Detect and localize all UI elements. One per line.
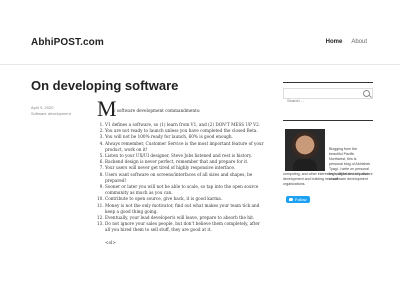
site-title[interactable]: AbhiPOST.com [31, 37, 104, 48]
header-divider [0, 64, 400, 65]
post-category[interactable]: Software development [31, 111, 71, 117]
sidebar-divider [283, 82, 373, 83]
follow-button[interactable]: Follow [286, 196, 310, 203]
search-icon[interactable] [363, 90, 370, 97]
list-item: Money is not the only motivator, find ou… [105, 203, 265, 215]
sidebar: Blogging from the beautiful Pacific Nort… [283, 82, 373, 199]
post-intro: M y software development commandments: [95, 98, 265, 120]
sidebar-divider [283, 120, 373, 121]
list-item: Always remember, Customer Service is the… [105, 141, 265, 153]
site-header: AbhiPOST.com Home About [0, 0, 400, 62]
search-input[interactable] [284, 96, 363, 105]
bio-text-continued: computing, and other interesting stuff r… [283, 172, 373, 186]
post-meta: April 9, 2020 Software development [31, 105, 71, 117]
commandments-list: V1 defines a software, so (1) learn from… [95, 122, 265, 234]
list-item: Do not ignore your sales people, but don… [105, 221, 265, 233]
twitter-icon [289, 198, 293, 201]
nav-item-home[interactable]: Home [326, 39, 343, 45]
author-bio: Blogging from the beautiful Pacific Nort… [283, 129, 373, 199]
intro-text: y software development commandments: [113, 108, 201, 113]
post-title: On developing software [31, 78, 179, 93]
post-content: M y software development commandments: V… [95, 98, 265, 246]
nav-item-about[interactable]: About [351, 39, 367, 45]
code-snippet: <ol> [105, 239, 116, 245]
search-box [283, 88, 373, 105]
author-avatar [285, 129, 325, 171]
follow-label: Follow [295, 197, 307, 202]
list-item: Sooner or later you will not be able to … [105, 184, 265, 196]
main-nav: Home About [326, 39, 367, 45]
list-item: Users want software on screens/interface… [105, 172, 265, 184]
